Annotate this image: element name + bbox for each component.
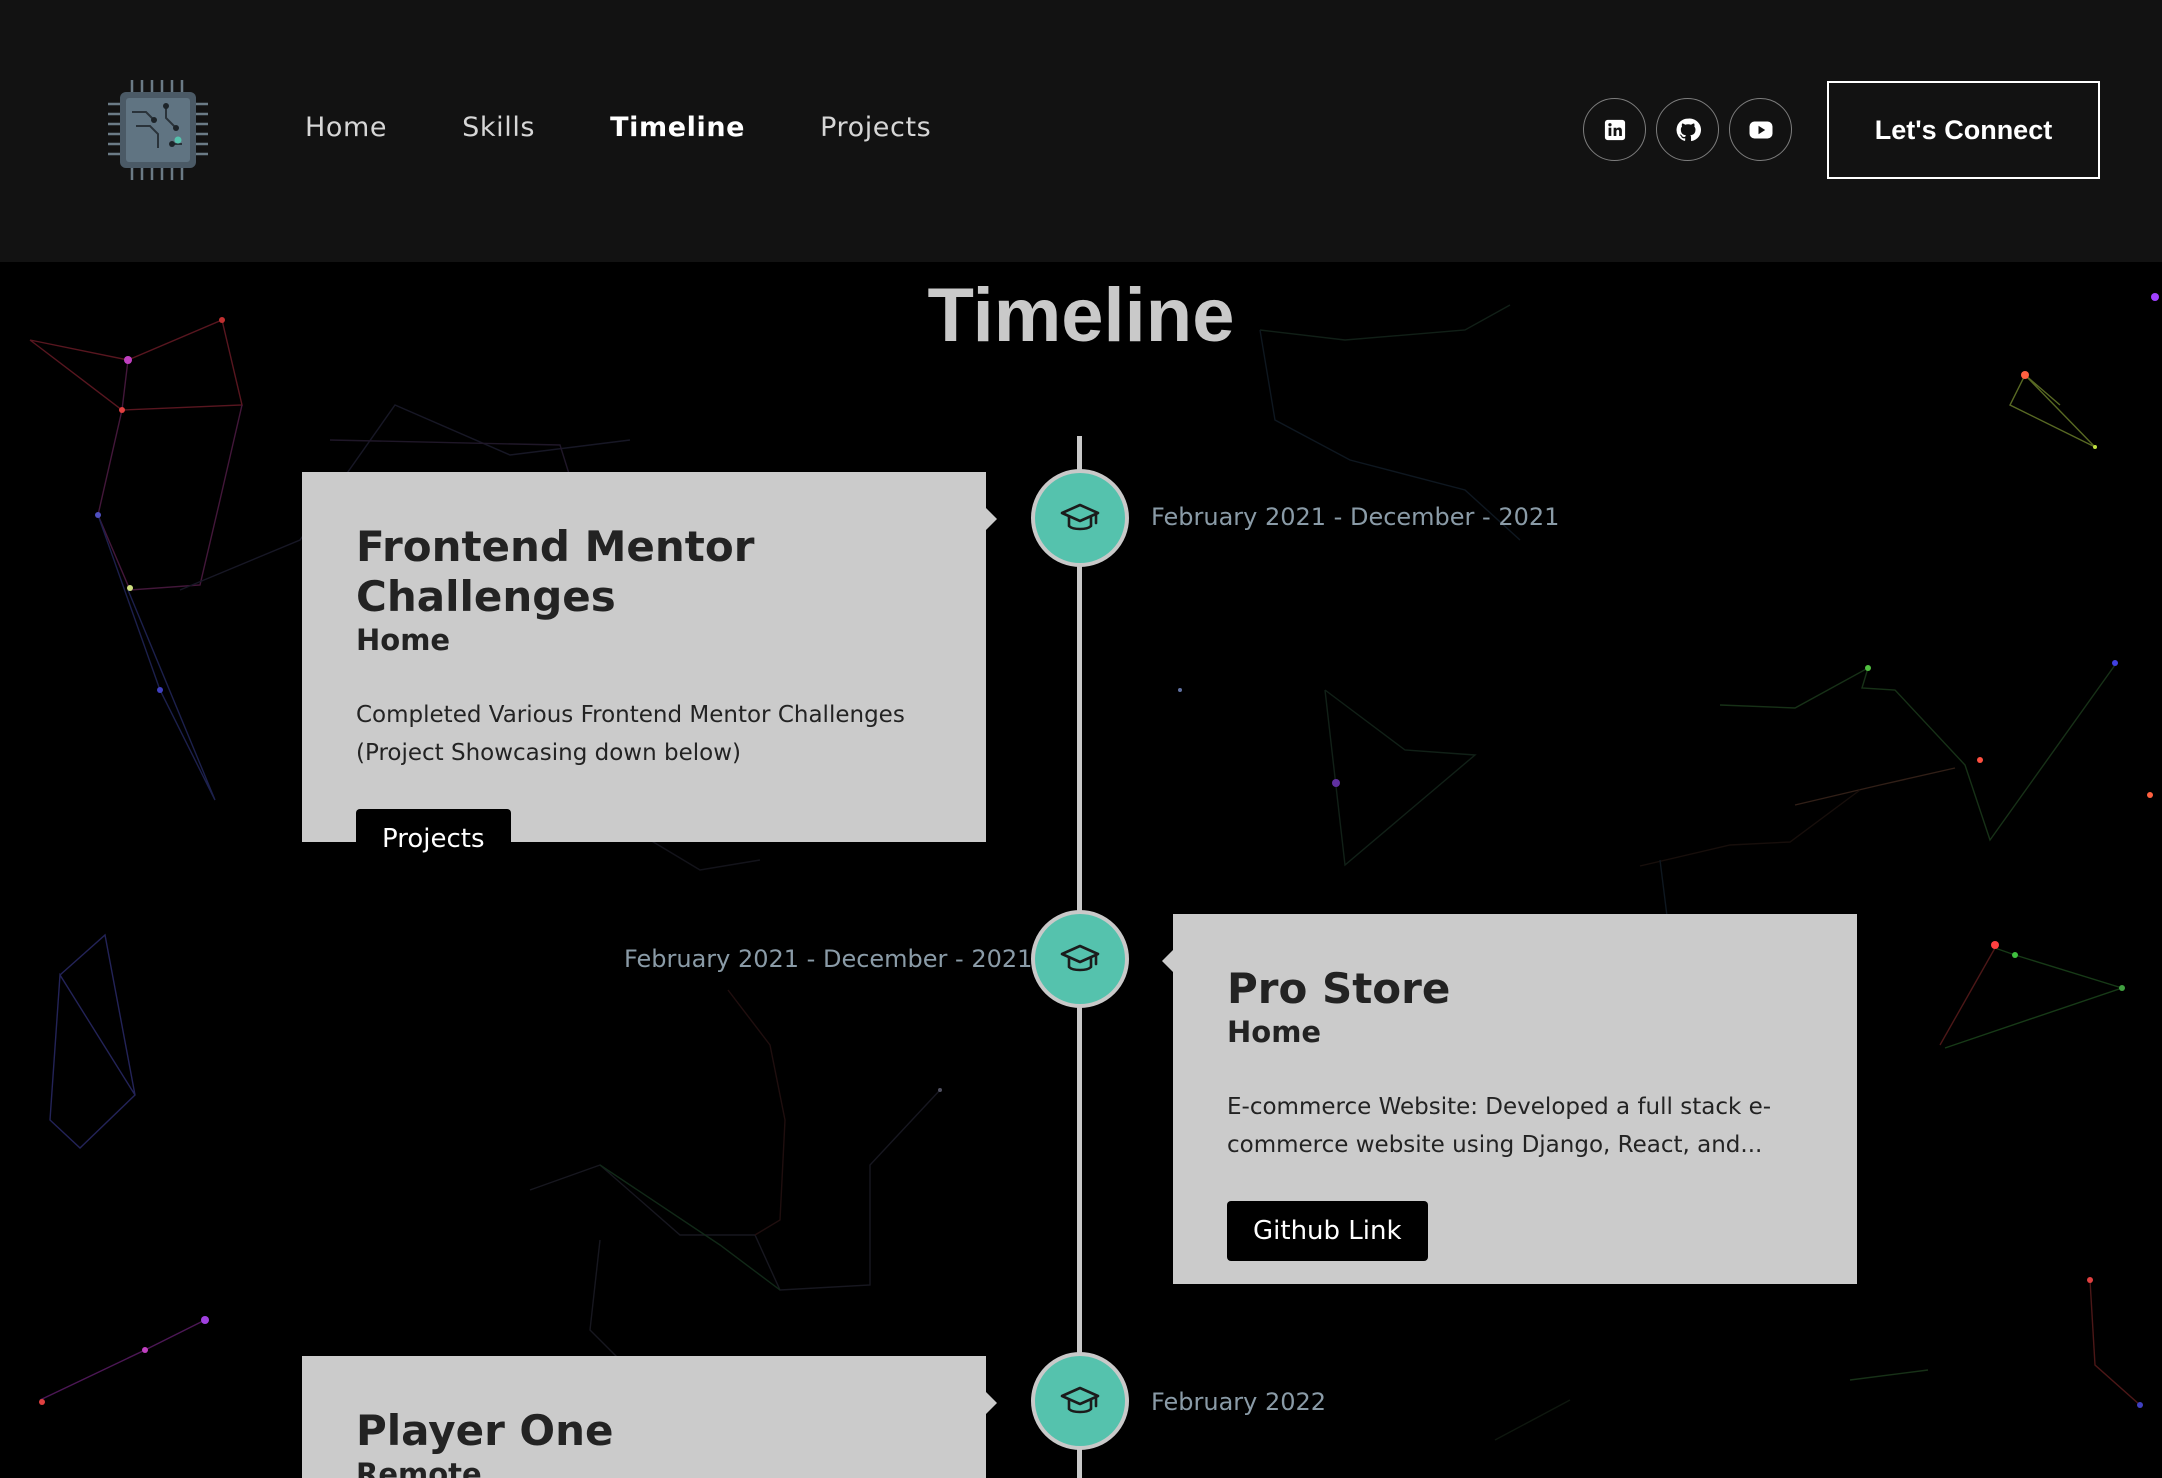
card-title: Frontend Mentor Challenges: [356, 522, 755, 621]
timeline-heading: Timeline: [927, 273, 1235, 358]
card-subtitle: Remote: [356, 1457, 482, 1478]
card-subtitle: Home: [356, 623, 451, 657]
timeline-date: February 2021 - December - 2021: [1151, 503, 1560, 531]
graduation-cap-icon: [1060, 503, 1100, 531]
top-navbar: Home Skills Timeline Projects Let's Conn…: [0, 0, 2162, 262]
timeline-date: February 2022: [1151, 1388, 1327, 1416]
github-link-button[interactable]: Github Link: [1227, 1201, 1428, 1261]
card-title: Pro Store: [1227, 964, 1451, 1013]
card-title: Player One: [356, 1406, 614, 1455]
nav-link-home[interactable]: Home: [305, 108, 387, 148]
nav-link-timeline[interactable]: Timeline: [610, 108, 745, 148]
graduation-cap-icon: [1060, 1386, 1100, 1414]
linkedin-icon[interactable]: [1583, 98, 1646, 161]
timeline-date: February 2021 - December - 2021: [624, 945, 1033, 973]
card-description: E-commerce Website: Developed a full sta…: [1227, 1094, 1772, 1158]
social-links: [1583, 98, 1792, 161]
card-arrow: [1162, 950, 1173, 972]
timeline-card-frontend-mentor: Frontend Mentor Challenges Home Complete…: [302, 472, 997, 869]
chip-logo-icon[interactable]: [106, 78, 210, 182]
nav-link-projects[interactable]: Projects: [820, 108, 931, 148]
github-icon[interactable]: [1656, 98, 1719, 161]
portfolio-page: Home Skills Timeline Projects Let's Conn…: [0, 0, 2162, 1478]
timeline-marker: [1031, 910, 1129, 1008]
timeline-marker: [1031, 1352, 1129, 1450]
nav-link-skills[interactable]: Skills: [462, 108, 535, 148]
lets-connect-button[interactable]: Let's Connect: [1827, 81, 2100, 179]
card-description: Completed Various Frontend Mentor Challe…: [356, 702, 905, 766]
primary-nav: Home Skills Timeline Projects: [305, 108, 1006, 148]
card-subtitle: Home: [1227, 1015, 1322, 1049]
youtube-icon[interactable]: [1729, 98, 1792, 161]
card-arrow: [986, 1392, 997, 1414]
graduation-cap-icon: [1060, 944, 1100, 972]
timeline-card-player-one: Player One Remote: [302, 1356, 997, 1478]
timeline-card-pro-store: Pro Store Home E-commerce Website: Devel…: [1162, 914, 1857, 1284]
card-arrow: [986, 508, 997, 530]
projects-button[interactable]: Projects: [356, 809, 511, 869]
timeline-marker: [1031, 469, 1129, 567]
